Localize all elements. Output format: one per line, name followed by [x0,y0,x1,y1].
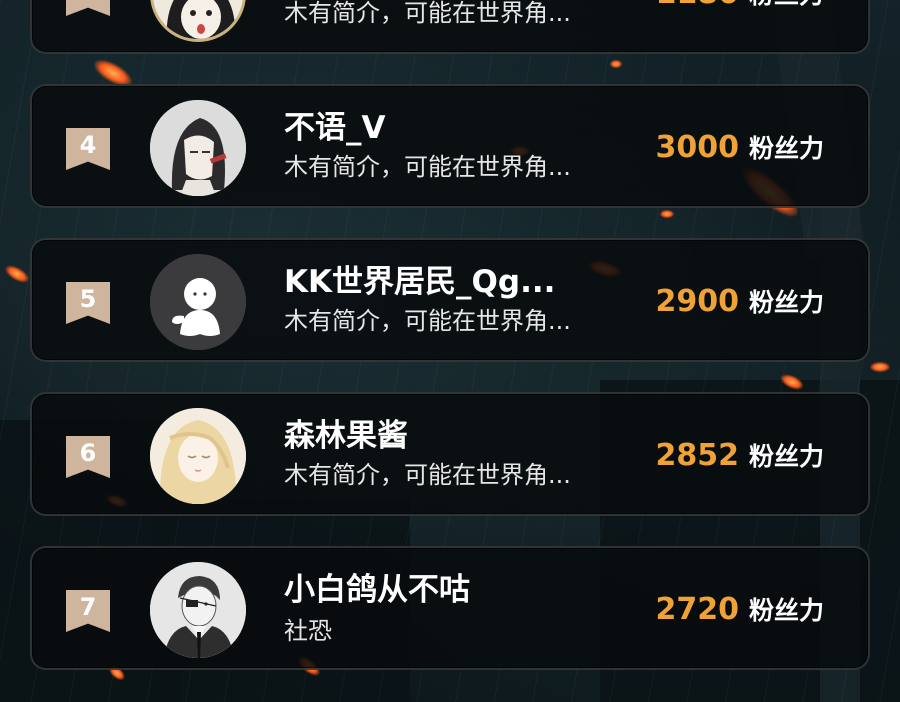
user-bio: 木有简介，可能在世界角... [284,0,571,27]
fan-power-value: 2852 [655,438,739,473]
user-name[interactable]: 小白鸽从不咕 [284,570,634,610]
fan-power: 2900 粉丝力 [655,284,824,324]
avatar-anime-girl-bandage-icon[interactable] [150,100,246,196]
fan-power-value: 1180 [655,0,739,11]
avatar-blonde-girl-icon[interactable] [150,408,246,504]
avatar-anime-girl-dark-hair-icon[interactable] [150,0,246,42]
fan-power: 1180 粉丝力 [655,0,824,16]
avatar-white-figure-icon[interactable] [150,254,246,350]
fan-power: 2720 粉丝力 [655,592,824,632]
fan-power-unit: 粉丝力 [748,596,824,625]
fan-power-value: 2720 [655,592,739,627]
rank-badge: 5 [66,282,110,324]
leaderboard-entry[interactable]: 7 小白鸽从不咕 社恐 2720 粉丝力 [30,546,870,670]
user-name[interactable]: KK世界居民_Qg... [284,262,634,302]
leaderboard-entry[interactable]: 5 KK世界居民_Qg... 木有简介，可能在世界角... 2900 粉丝力 [30,238,870,362]
rank-badge: 4 [66,128,110,170]
user-bio: 木有简介，可能在世界角... [284,461,571,489]
rank-badge [66,0,110,16]
user-name[interactable]: 不语_V [284,108,634,148]
leaderboard-entry[interactable]: 6 森林果酱 木有简介，可能在世界角... 2852 粉丝力 [30,392,870,516]
user-bio: 木有简介，可能在世界角... [284,307,571,335]
leaderboard-entry[interactable]: 木有简介，可能在世界角... 1180 粉丝力 [30,0,870,54]
fan-power-value: 3000 [655,130,739,165]
fan-power-unit: 粉丝力 [748,288,824,317]
user-bio: 木有简介，可能在世界角... [284,153,571,181]
fan-power-unit: 粉丝力 [748,134,824,163]
rank-badge: 7 [66,590,110,632]
user-bio: 社恐 [284,617,332,645]
fan-power-unit: 粉丝力 [748,442,824,471]
fan-power: 3000 粉丝力 [655,130,824,170]
fan-leaderboard: 木有简介，可能在世界角... 1180 粉丝力 4 不语_V 木有简介，可能在世界… [0,0,900,702]
rank-badge: 6 [66,436,110,478]
leaderboard-entry[interactable]: 4 不语_V 木有简介，可能在世界角... 3000 粉丝力 [30,84,870,208]
fan-power-unit: 粉丝力 [749,0,824,9]
user-name[interactable]: 森林果酱 [284,416,634,456]
fan-power: 2852 粉丝力 [655,438,824,478]
avatar-eyepatch-man-icon[interactable] [150,562,246,658]
fan-power-value: 2900 [655,284,739,319]
